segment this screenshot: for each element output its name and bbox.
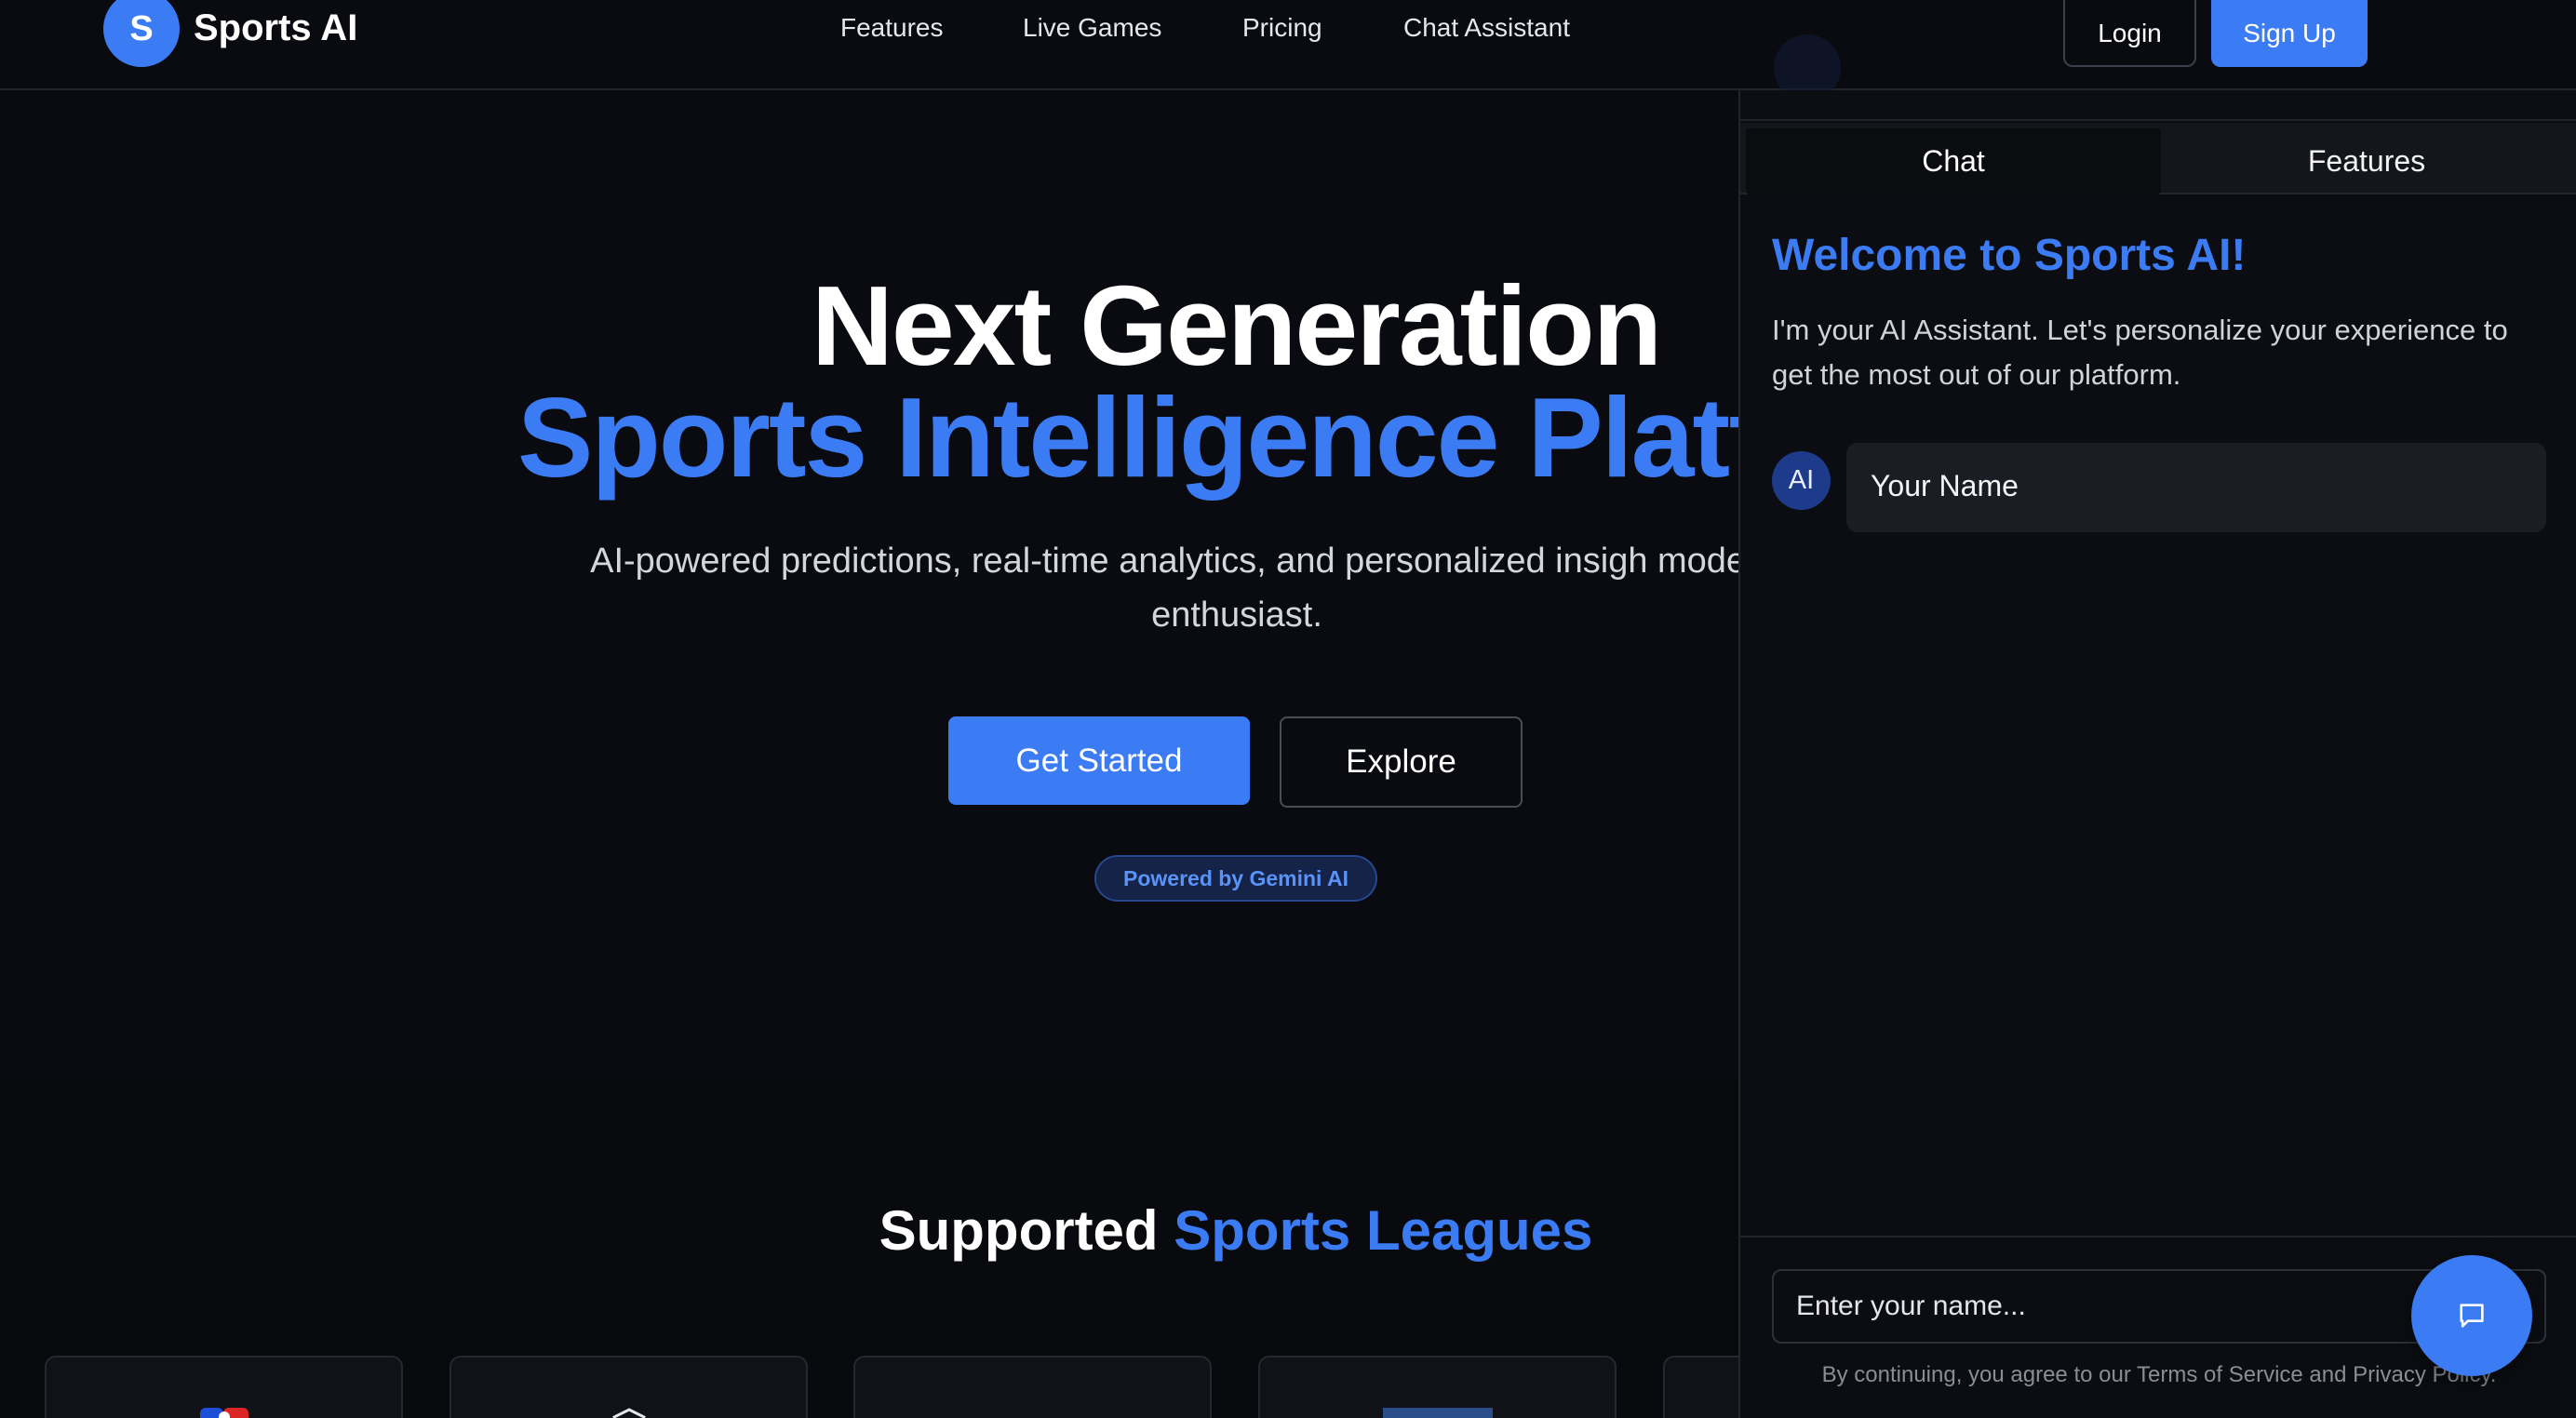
top-navbar: S Sports AI Features Live Games Pricing … xyxy=(0,0,2576,90)
nav-link-pricing[interactable]: Pricing xyxy=(1242,13,1322,43)
chat-assistant-panel: Chat Features Welcome to Sports AI! I'm … xyxy=(1738,34,2576,1418)
get-started-button[interactable]: Get Started xyxy=(948,716,1250,805)
nba-logo-icon xyxy=(199,1408,248,1418)
hero-title-line2: Sports Intelligence Platf xyxy=(517,374,1766,501)
login-button[interactable]: Login xyxy=(2063,0,2196,67)
explore-button[interactable]: Explore xyxy=(1280,716,1523,808)
assistant-message: Your Name xyxy=(1846,443,2546,532)
chat-toggle-button[interactable] xyxy=(2411,1255,2532,1376)
welcome-heading: Welcome to Sports AI! xyxy=(1772,231,2247,280)
signup-button[interactable]: Sign Up xyxy=(2211,0,2368,67)
powered-by-badge: Powered by Gemini AI xyxy=(1094,855,1377,902)
league-card-nfl[interactable] xyxy=(449,1356,808,1418)
leagues-title-plain: Supported xyxy=(879,1199,1174,1262)
leagues-title-highlight: Sports Leagues xyxy=(1174,1199,1593,1262)
ai-avatar: AI xyxy=(1772,451,1831,510)
nav-link-features[interactable]: Features xyxy=(840,13,944,43)
tab-features[interactable]: Features xyxy=(2161,128,2572,194)
league-card-3[interactable] xyxy=(853,1356,1212,1418)
nav-link-chat-assistant[interactable]: Chat Assistant xyxy=(1403,13,1570,43)
nfl-logo-icon xyxy=(611,1408,646,1418)
nav-link-live-games[interactable]: Live Games xyxy=(1023,13,1161,43)
league-logo-icon xyxy=(1382,1408,1493,1418)
league-card-4[interactable] xyxy=(1258,1356,1617,1418)
panel-header-strip xyxy=(1740,90,2576,121)
chat-tabs: Chat Features xyxy=(1740,123,2576,194)
league-card-nba[interactable] xyxy=(45,1356,403,1418)
page: S Sports AI Features Live Games Pricing … xyxy=(0,0,2576,1418)
tab-chat[interactable]: Chat xyxy=(1746,128,2161,194)
chat-bubble-icon xyxy=(2460,1304,2484,1328)
welcome-intro: I'm your AI Assistant. Let's personalize… xyxy=(1772,314,2508,391)
